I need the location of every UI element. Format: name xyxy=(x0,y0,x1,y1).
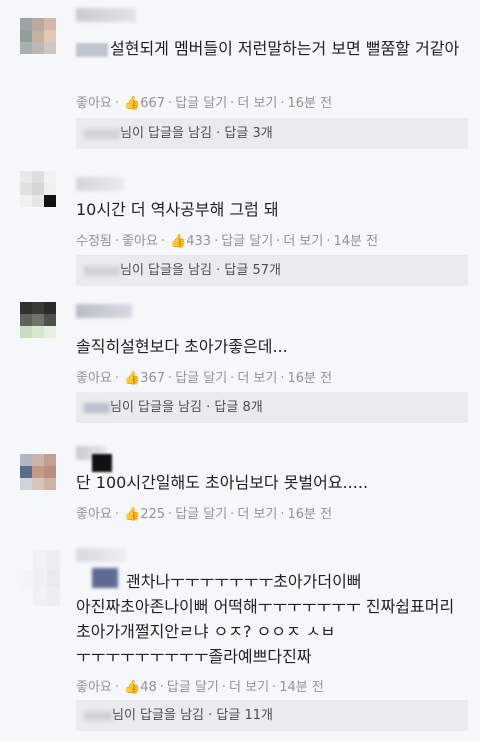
blurred-replier-name xyxy=(84,402,110,413)
comment-item: 단 100시간일해도 초아님보다 못벌어요..... 좋아요 · 👍225 · 답글 달… xyxy=(0,436,480,537)
like-button[interactable]: 좋아요 xyxy=(122,234,158,249)
more-button[interactable]: 더 보기 xyxy=(237,507,277,522)
replies-summary[interactable]: 님이 답글을 남김 · 답글 11개 xyxy=(76,700,468,731)
replies-count: 답글 8개 xyxy=(214,400,263,415)
comment-meta: 수정됨 · 좋아요 · 👍433 · 답글 달기 · 더 보기 · 14분 전 xyxy=(76,234,379,249)
avatar[interactable] xyxy=(20,18,56,54)
more-button[interactable]: 더 보기 xyxy=(237,96,277,111)
like-count[interactable]: 225 xyxy=(140,507,165,522)
reply-button[interactable]: 답글 달기 xyxy=(175,371,227,386)
avatar[interactable] xyxy=(20,550,60,606)
comment-text: 설현되게 멤버들이 저런말하는거 보면 뻘쭘할 거같아 xyxy=(76,36,466,61)
comment-text: 솔직히설현보다 초아가좋은데... xyxy=(76,337,288,356)
reply-button[interactable]: 답글 달기 xyxy=(167,680,219,695)
replies-summary[interactable]: 님이 답글을 남김 · 답글 3개 xyxy=(76,118,468,149)
timestamp[interactable]: 16분 전 xyxy=(287,507,332,522)
like-button[interactable]: 좋아요 xyxy=(76,507,112,522)
comment-meta: 좋아요 · 👍225 · 답글 달기 · 더 보기 · 16분 전 xyxy=(76,507,333,522)
like-count[interactable]: 367 xyxy=(140,371,165,386)
edited-label: 수정됨 xyxy=(76,234,112,249)
avatar[interactable] xyxy=(20,171,56,207)
comment-text: 단 100시간일해도 초아님보다 못벌어요..... xyxy=(76,473,369,492)
replies-count: 답글 11개 xyxy=(216,708,273,723)
commenter-name[interactable] xyxy=(76,8,136,22)
comment-item: 10시간 더 역사공부해 그럼 돼 수정됨 · 좋아요 · 👍433 · 답글 달기 · 더 보… xyxy=(0,163,480,301)
thumbs-up-icon: 👍 xyxy=(124,680,141,695)
comment-meta: 좋아요 · 👍667 · 답글 달기 · 더 보기 · 16분 전 xyxy=(76,96,333,111)
replies-summary[interactable]: 님이 답글을 남김 · 답글 8개 xyxy=(76,392,468,423)
thumbs-up-icon: 👍 xyxy=(124,371,141,386)
replies-text: 님이 답글을 남김 xyxy=(112,708,204,723)
timestamp[interactable]: 16분 전 xyxy=(287,96,332,111)
commenter-name[interactable] xyxy=(76,304,132,318)
replies-count: 답글 3개 xyxy=(224,126,273,141)
blurred-name-tag xyxy=(76,42,108,57)
more-button[interactable]: 더 보기 xyxy=(229,680,269,695)
timestamp[interactable]: 14분 전 xyxy=(279,680,324,695)
replies-text: 님이 답글을 남김 xyxy=(120,126,212,141)
like-button[interactable]: 좋아요 xyxy=(76,96,112,111)
replies-count: 답글 57개 xyxy=(224,263,281,278)
replies-text: 님이 답글을 남김 xyxy=(110,400,202,415)
like-count[interactable]: 48 xyxy=(140,680,157,695)
thumbs-up-icon: 👍 xyxy=(124,507,141,522)
reply-button[interactable]: 답글 달기 xyxy=(221,234,273,249)
comment-item: 설현되게 멤버들이 저런말하는거 보면 뻘쭘할 거같아 좋아요 · 👍667 · 답글 … xyxy=(0,0,480,164)
commenter-name[interactable] xyxy=(76,548,126,562)
thumbs-up-icon: 👍 xyxy=(124,96,141,111)
more-button[interactable]: 더 보기 xyxy=(237,371,277,386)
replies-summary[interactable]: 님이 답글을 남김 · 답글 57개 xyxy=(76,255,468,286)
like-button[interactable]: 좋아요 xyxy=(76,680,112,695)
timestamp[interactable]: 16분 전 xyxy=(287,371,332,386)
comment-text: 10시간 더 역사공부해 그럼 돼 xyxy=(76,200,279,219)
reply-button[interactable]: 답글 달기 xyxy=(175,96,227,111)
timestamp[interactable]: 14분 전 xyxy=(334,234,379,249)
like-count[interactable]: 667 xyxy=(140,96,165,111)
more-button[interactable]: 더 보기 xyxy=(283,234,323,249)
avatar[interactable] xyxy=(20,454,56,490)
blurred-replier-name xyxy=(84,265,120,276)
comment-item: 괜차나ㅜㅜㅜㅜㅜㅜㅜ초아가더이뻐 아진짜초아존나이뻐 어떡해ㅜㅜㅜㅜㅜㅜㅜ 진짜… xyxy=(0,536,480,741)
avatar[interactable] xyxy=(20,302,56,338)
thumbs-up-icon: 👍 xyxy=(170,234,187,249)
blurred-replier-name xyxy=(84,128,120,139)
blurred-replier-name xyxy=(84,710,112,721)
comment-meta: 좋아요 · 👍367 · 답글 달기 · 더 보기 · 16분 전 xyxy=(76,371,333,386)
reply-button[interactable]: 답글 달기 xyxy=(175,507,227,522)
like-button[interactable]: 좋아요 xyxy=(76,371,112,386)
like-count[interactable]: 433 xyxy=(186,234,211,249)
commenter-name[interactable] xyxy=(76,177,124,191)
replies-text: 님이 답글을 남김 xyxy=(120,263,212,278)
comment-item: 솔직히설현보다 초아가좋은데... 좋아요 · 👍367 · 답글 달기 · 더 보기 · 16… xyxy=(0,300,480,437)
comment-meta: 좋아요 · 👍48 · 답글 달기 · 더 보기 · 14분 전 xyxy=(76,680,324,695)
comment-text-body: 괜차나ㅜㅜㅜㅜㅜㅜㅜ초아가더이뻐 아진짜초아존나이뻐 어떡해ㅜㅜㅜㅜㅜㅜㅜ 진짜… xyxy=(76,572,455,666)
